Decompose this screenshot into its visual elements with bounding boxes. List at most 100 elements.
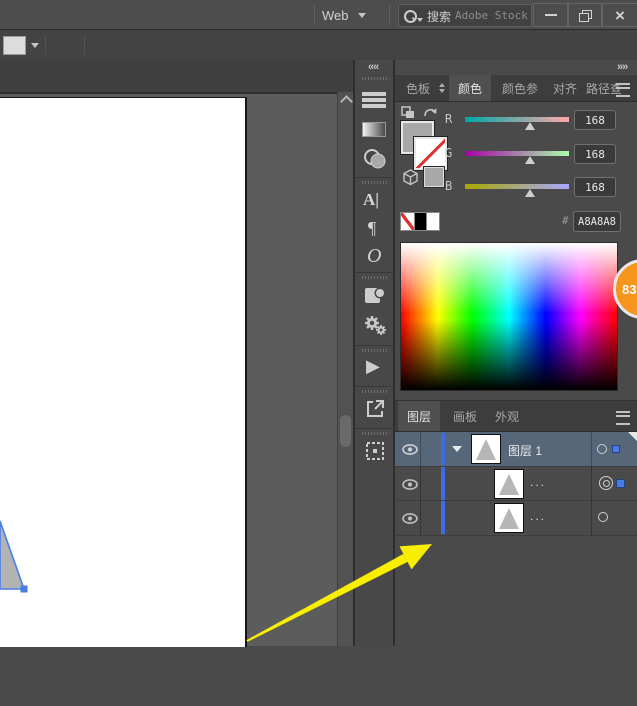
channel-b-label: B xyxy=(445,179,452,193)
document-tab-strip xyxy=(0,60,353,94)
layer-color-bar xyxy=(441,433,445,465)
close-button[interactable]: × xyxy=(601,3,637,27)
anchor-point[interactable] xyxy=(21,586,28,593)
dock-divider5 xyxy=(355,428,395,429)
color-spectrum[interactable] xyxy=(400,242,618,391)
channel-b-slider-handle[interactable] xyxy=(525,189,535,197)
visibility-eye-icon[interactable] xyxy=(402,513,418,524)
dock-gripper6[interactable] xyxy=(362,432,388,435)
tab-color-guide[interactable]: 颜色参 xyxy=(497,75,543,101)
swap-fill-stroke-mini-icon[interactable] xyxy=(401,106,415,119)
panel-cycle-icon[interactable] xyxy=(439,83,446,94)
transparency-panel-button[interactable] xyxy=(363,148,387,170)
document-area xyxy=(0,60,353,646)
color-panel-tabbar: 色板 颜色 颜色参 对齐 路径查 xyxy=(395,75,637,102)
panels-collapse-button[interactable]: »» xyxy=(617,61,627,73)
channel-g-slider-handle[interactable] xyxy=(525,156,535,164)
stroke-proxy-swatch[interactable] xyxy=(414,137,447,170)
canvas-scrollbar[interactable] xyxy=(337,92,353,646)
channel-g-slider[interactable] xyxy=(465,151,569,156)
search-placeholder-brand: Adobe Stock xyxy=(455,9,528,22)
none-slash xyxy=(415,137,447,170)
layer-name[interactable]: 图层 1 xyxy=(508,442,542,459)
layer-row-2[interactable]: ... xyxy=(395,466,637,501)
color-panel-menu-icon[interactable] xyxy=(616,83,630,97)
tab-appearance[interactable]: 外观 xyxy=(487,401,527,431)
toolbar-separator xyxy=(45,35,46,55)
opentype-panel-button[interactable]: O xyxy=(367,245,381,268)
gears-icon xyxy=(363,313,387,337)
object-thumbnail[interactable] xyxy=(494,503,524,533)
out-of-gamut-cube-icon[interactable] xyxy=(402,169,419,186)
channel-g-value[interactable]: 168 xyxy=(574,144,616,164)
restore-button[interactable] xyxy=(567,3,603,27)
search-chevron-icon xyxy=(417,18,423,22)
asset-export-panel-button[interactable] xyxy=(365,399,385,424)
scroll-up-icon[interactable] xyxy=(340,95,353,108)
dock-gripper[interactable] xyxy=(362,77,388,80)
layers-panel-menu-icon[interactable] xyxy=(616,411,630,425)
expand-chevron-icon[interactable] xyxy=(452,446,462,452)
scrollbar-thumb[interactable] xyxy=(340,415,351,447)
dock-gripper2[interactable] xyxy=(362,181,388,184)
tab-artboards[interactable]: 画板 xyxy=(445,401,485,431)
object-name[interactable]: ... xyxy=(530,475,546,489)
gradient-panel-button[interactable] xyxy=(362,122,386,137)
channel-r-slider[interactable] xyxy=(465,117,569,122)
symbols-panel-button[interactable] xyxy=(364,285,386,310)
stock-search-input[interactable]: 搜索 Adobe Stock xyxy=(398,4,532,27)
actions-panel-button[interactable]: ▶ xyxy=(366,357,380,375)
graphic-styles-panel-button[interactable] xyxy=(363,313,387,342)
visibility-eye-icon[interactable] xyxy=(402,479,418,490)
selection-indicator[interactable] xyxy=(616,479,625,488)
dock-collapse-button[interactable]: «« xyxy=(368,61,378,73)
selection-indicator[interactable] xyxy=(612,445,620,453)
fill-color-swatch[interactable] xyxy=(3,36,26,55)
character-panel-button[interactable]: A| xyxy=(363,190,379,210)
visibility-eye-icon[interactable] xyxy=(402,444,418,455)
object-name[interactable]: ... xyxy=(530,509,546,523)
none-swatch[interactable] xyxy=(401,213,415,230)
channel-b-value[interactable]: 168 xyxy=(574,177,616,197)
swap-arrow-icon[interactable] xyxy=(422,105,438,118)
quick-swatches xyxy=(400,212,440,231)
minimize-button[interactable] xyxy=(533,3,569,27)
dock-gripper4[interactable] xyxy=(362,349,388,352)
dock-gripper3[interactable] xyxy=(362,276,388,279)
fill-color-dropdown[interactable] xyxy=(3,36,39,54)
triangle-thumb-icon xyxy=(495,470,523,498)
export-icon xyxy=(365,399,385,419)
dock-divider3 xyxy=(355,345,395,346)
white-swatch[interactable] xyxy=(427,213,439,230)
artboard[interactable] xyxy=(0,97,247,647)
stroke-panel-button[interactable] xyxy=(362,92,386,108)
tab-align[interactable]: 对齐 xyxy=(547,75,583,101)
target-circle-icon[interactable] xyxy=(598,512,608,522)
layer-thumbnail[interactable] xyxy=(471,434,501,464)
artboards-panel-button[interactable] xyxy=(365,441,385,466)
tab-swatches[interactable]: 色板 xyxy=(401,75,435,101)
layer-row-1[interactable]: 图层 1 xyxy=(395,432,637,466)
layer-color-bar xyxy=(441,501,445,534)
layers-list: 图层 1 ... xyxy=(395,432,637,706)
dock-divider xyxy=(355,177,395,178)
target-double-circle-icon[interactable] xyxy=(599,476,613,490)
triangle-shape[interactable] xyxy=(0,515,36,605)
channel-r-value[interactable]: 168 xyxy=(574,110,616,130)
symbols-icon xyxy=(364,285,386,305)
hex-value-field[interactable]: A8A8A8 xyxy=(573,211,621,232)
target-circle-icon[interactable] xyxy=(597,444,607,454)
object-thumbnail[interactable] xyxy=(494,469,524,499)
tab-color[interactable]: 颜色 xyxy=(449,75,491,101)
tab-layers[interactable]: 图层 xyxy=(398,401,440,431)
workspace-switcher[interactable]: Web xyxy=(322,5,380,25)
dock-gripper5[interactable] xyxy=(362,390,388,393)
paragraph-panel-button[interactable]: ¶ xyxy=(368,218,376,239)
black-swatch[interactable] xyxy=(415,213,428,230)
channel-r-slider-handle[interactable] xyxy=(525,122,535,130)
artboard-dashed-icon xyxy=(365,441,385,461)
channel-b-slider[interactable] xyxy=(465,184,569,189)
gamut-color-swatch[interactable] xyxy=(424,167,444,187)
layer-row-3[interactable]: ... xyxy=(395,500,637,536)
layers-panel-tabbar: 图层 画板 外观 xyxy=(395,400,637,433)
